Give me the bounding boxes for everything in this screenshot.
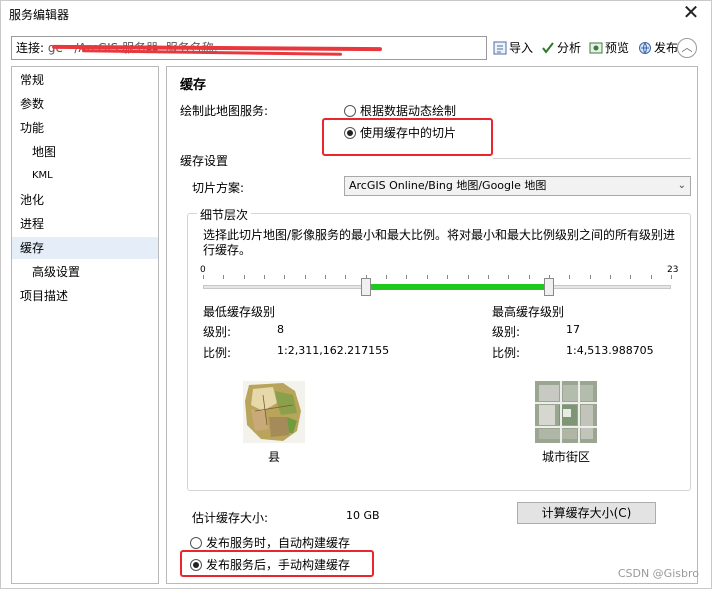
window-title: 服务编辑器 (9, 8, 70, 22)
slider-tick (528, 275, 530, 279)
sidebar-item-general[interactable]: 常规 (12, 69, 158, 91)
close-button[interactable]: ✕ (679, 2, 703, 24)
county-caption: 县 (268, 450, 281, 464)
min-level-value: 8 (277, 323, 284, 336)
cache-settings-label: 缓存设置 (180, 154, 229, 168)
radio-label: 发布服务时，自动构建缓存 (206, 536, 351, 550)
sidebar-item-parameters[interactable]: 参数 (12, 93, 158, 115)
sidebar-item-pooling[interactable]: 池化 (12, 189, 158, 211)
connection-field[interactable]: 连接: ge···/ArcGIS 服务器, 服务名称, ··· (11, 36, 487, 60)
estimated-size-value: 10 GB (346, 509, 380, 522)
slider-tick (447, 275, 449, 279)
scale-slider-fill (365, 284, 549, 290)
slider-tick (223, 275, 225, 279)
radio-circle (190, 537, 202, 549)
caching-title: 缓存 (180, 78, 207, 93)
toolbar: 连接: ge···/ArcGIS 服务器, 服务名称, ··· 导入 分析 预览 (1, 34, 711, 62)
calculate-cache-size-button[interactable]: 计算缓存大小(C) (517, 502, 656, 524)
checkmark-icon (541, 41, 555, 55)
radio-label: 根据数据动态绘制 (360, 104, 457, 118)
estimated-size-label: 估计缓存大小: (192, 511, 269, 525)
separator (493, 158, 691, 159)
detail-levels-title: 细节层次 (197, 206, 252, 223)
slider-tick (487, 275, 489, 279)
highlight-box (322, 118, 493, 156)
slider-tick (609, 275, 611, 279)
chevron-down-icon: ⌄ (677, 180, 686, 191)
slider-min-label: 0 (200, 265, 206, 275)
slider-max-label: 23 (667, 265, 679, 275)
min-cache-level-title: 最低缓存级别 (203, 305, 276, 319)
analyze-button[interactable]: 分析 (541, 38, 581, 58)
tiling-scheme-value: ArcGIS Online/Bing 地图/Google 地图 (349, 179, 547, 192)
sidebar-item-advanced-settings[interactable]: 高级设置 (12, 261, 158, 283)
max-scale-label: 比例: (492, 346, 521, 360)
slider-tick (345, 275, 347, 279)
tiling-scheme-label: 切片方案: (192, 181, 245, 195)
slider-tick (671, 275, 672, 279)
city-block-caption: 城市街区 (542, 450, 591, 464)
import-label: 导入 (509, 41, 534, 55)
slider-tick (243, 275, 245, 279)
publish-icon (638, 41, 652, 55)
import-button[interactable]: 导入 (493, 38, 533, 58)
preview-button[interactable]: 预览 (589, 38, 629, 58)
slider-tick (467, 275, 469, 279)
min-scale-value: 1:2,311,162.217155 (277, 344, 390, 357)
title-bar: 服务编辑器 ✕ (1, 1, 711, 27)
sidebar-item-capabilities[interactable]: 功能 (12, 117, 158, 139)
city-block-map-thumbnail (535, 381, 597, 443)
radio-circle (344, 105, 356, 117)
caching-panel: 缓存 绘制此地图服务: 根据数据动态绘制 使用缓存中的切片 缓存设置 切片方案:… (166, 66, 698, 584)
analyze-label: 分析 (557, 41, 582, 55)
highlight-box (180, 550, 374, 577)
radio-draw-dynamic[interactable]: 根据数据动态绘制 (344, 102, 456, 119)
sidebar-item-processes[interactable]: 进程 (12, 213, 158, 235)
service-editor-window: 服务编辑器 ✕ 连接: ge···/ArcGIS 服务器, 服务名称, ··· … (0, 0, 712, 589)
import-icon (493, 41, 507, 55)
slider-tick (406, 275, 408, 279)
slider-tick (386, 275, 388, 279)
publish-button[interactable]: 发布 (638, 38, 678, 58)
max-cache-level-title: 最高缓存级别 (492, 305, 565, 319)
min-level-label: 级别: (203, 325, 232, 339)
slider-tick (589, 275, 591, 279)
slider-tick (508, 275, 510, 279)
preview-label: 预览 (605, 41, 630, 55)
slider-tick (264, 275, 266, 279)
detail-levels-description: 选择此切片地图/影像服务的最小和最大比例。将对最小和最大比例级别之间的所有级别进… (203, 228, 676, 257)
slider-tick (569, 275, 571, 279)
radio-auto-build-cache[interactable]: 发布服务时，自动构建缓存 (190, 534, 350, 551)
slider-tick (304, 275, 306, 279)
watermark: CSDN @Gisbro (617, 567, 699, 580)
min-scale-label: 比例: (203, 346, 232, 360)
slider-tick (426, 275, 428, 279)
preview-icon (589, 41, 603, 55)
min-scale-thumb[interactable] (360, 278, 371, 296)
max-level-label: 级别: (492, 325, 521, 339)
sidebar-item-item-description[interactable]: 项目描述 (12, 285, 158, 307)
collapse-button[interactable]: ︿ (677, 38, 697, 58)
sidebar-item-caching[interactable]: 缓存 (12, 237, 158, 259)
county-map-thumbnail (243, 381, 305, 443)
max-level-value: 17 (566, 323, 580, 336)
slider-tick (630, 275, 632, 279)
slider-tick (325, 275, 327, 279)
connection-label: 连接: (16, 41, 45, 55)
max-scale-thumb[interactable] (543, 278, 554, 296)
max-scale-value: 1:4,513.988705 (566, 344, 654, 357)
publish-label: 发布 (654, 41, 679, 55)
tiling-scheme-select[interactable]: ArcGIS Online/Bing 地图/Google 地图 ⌄ (344, 176, 691, 196)
slider-tick (203, 275, 204, 279)
draw-service-label: 绘制此地图服务: (180, 104, 269, 118)
sidebar-item-map[interactable]: 地图 (12, 141, 158, 163)
slider-tick (284, 275, 286, 279)
slider-tick (650, 275, 652, 279)
sidebar-item-kml[interactable]: KML (12, 165, 158, 187)
sidebar: 常规 参数 功能 地图 KML 池化 进程 缓存 高级设置 项目描述 (11, 66, 159, 584)
